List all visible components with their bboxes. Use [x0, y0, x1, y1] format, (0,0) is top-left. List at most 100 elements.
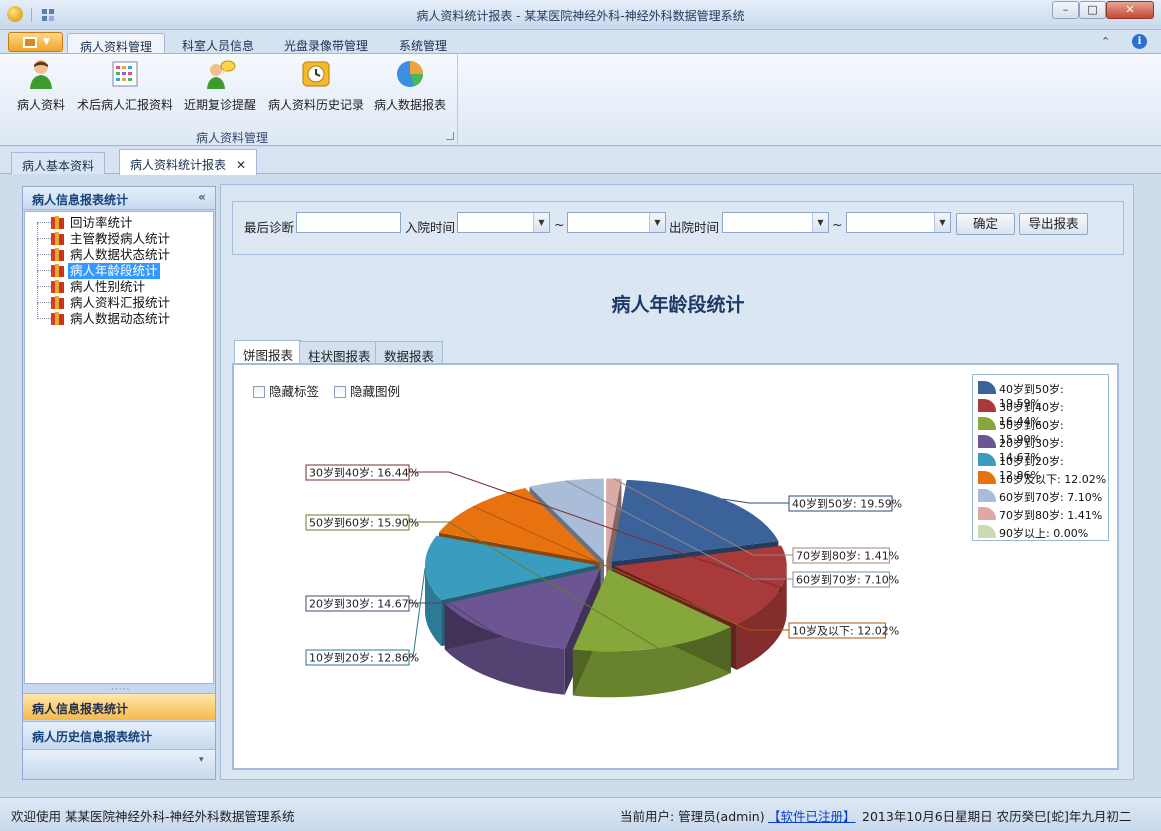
history-clock-icon — [302, 61, 330, 87]
patient-history-button[interactable]: 病人资料历史记录 — [266, 58, 366, 120]
legend-swatch — [978, 453, 996, 466]
admit-start-date[interactable]: ▼ — [457, 212, 550, 233]
legend-item: 90岁以上: 0.00% — [977, 523, 1108, 541]
report-tree: 回访率统计 主管教授病人统计 病人数据状态统计 病人年龄段统计 病人性别统计 病… — [24, 211, 214, 684]
patient-history-label: 病人资料历史记录 — [267, 98, 364, 112]
window-title: 病人资料统计报表 - 某某医院神经外科-神经外科数据管理系统 — [416, 9, 745, 23]
app-menu-icon — [23, 37, 37, 48]
revisit-reminder-label: 近期复诊提醒 — [183, 98, 256, 112]
discharge-time-label: 出院时间 — [669, 220, 720, 235]
postop-report-button[interactable]: 术后病人汇报资料 — [76, 58, 174, 120]
data-label: 70岁到80岁: 1.41% — [796, 549, 899, 563]
tab-patient-data[interactable]: 病人资料管理 — [67, 33, 166, 54]
discharge-start-date[interactable]: ▼ — [722, 212, 829, 233]
legend-swatch — [978, 471, 996, 484]
legend-swatch — [978, 507, 996, 520]
admit-end-date[interactable]: ▼ — [567, 212, 666, 233]
hide-labels-label: 隐藏标签 — [269, 384, 320, 399]
ribbon-panel: 病人资料 术后病人汇报资料 近期复诊提醒 病人资料历史记录 病人数据报表 病人资… — [0, 53, 1161, 146]
dropdown-arrow-icon[interactable]: ▼ — [934, 213, 950, 232]
close-button[interactable]: ✕ — [1106, 1, 1154, 19]
maximize-button[interactable]: □ — [1079, 1, 1106, 19]
minimize-button[interactable]: – — [1052, 1, 1079, 19]
minimize-ribbon-icon[interactable]: ⌃ — [1101, 35, 1110, 48]
legend-swatch — [978, 399, 996, 412]
label-leader-line — [722, 498, 789, 504]
checkbox-icon — [334, 386, 346, 398]
collapse-icon[interactable]: « — [198, 190, 206, 204]
ribbon-group: 病人资料 术后病人汇报资料 近期复诊提醒 病人资料历史记录 病人数据报表 病人资… — [6, 54, 458, 146]
dialog-launcher-icon[interactable] — [446, 132, 454, 140]
hide-labels-checkbox[interactable]: 隐藏标签 — [253, 381, 319, 400]
tab-disc-tape[interactable]: 光盘录像带管理 — [272, 33, 380, 54]
current-user: 当前用户: 管理员(admin) — [620, 809, 765, 824]
dropdown-arrow-icon[interactable]: ▼ — [649, 213, 665, 232]
data-label: 10岁及以下: 12.02% — [792, 624, 899, 638]
confirm-button[interactable]: 确定 — [956, 213, 1015, 235]
document-tab-bar: 病人基本资料 病人资料统计报表 ✕ — [0, 147, 1161, 175]
hide-legend-checkbox[interactable]: 隐藏图例 — [334, 381, 400, 400]
tab-data-report[interactable]: 数据报表 — [375, 341, 444, 364]
tab-pie-chart[interactable]: 饼图报表 — [234, 340, 303, 364]
data-label: 10岁到20岁: 12.86% — [309, 651, 419, 665]
filter-panel: 最后诊断 入院时间 ▼ ~ ▼ 出院时间 ▼ ~ ▼ 确定 导出报表 — [232, 201, 1124, 255]
patient-data-label: 病人资料 — [16, 98, 65, 112]
dropdown-arrow-icon[interactable]: ▼ — [533, 213, 549, 232]
date-text: 2013年10月6日星期日 农历癸巳[蛇]年九月初二 — [862, 809, 1132, 824]
revisit-reminder-button[interactable]: 近期复诊提醒 — [183, 58, 257, 120]
chevron-down-icon[interactable]: ▾ — [199, 755, 204, 765]
report-book-icon — [51, 312, 64, 325]
registered-link[interactable]: 【软件已注册】 — [768, 806, 856, 825]
legend-item: 50岁到60岁: 15.90% — [977, 415, 1108, 446]
tab-bar-chart[interactable]: 柱状图报表 — [299, 341, 380, 364]
data-label: 30岁到40岁: 16.44% — [309, 466, 419, 480]
patient-data-button[interactable]: 病人资料 — [16, 58, 66, 120]
hide-legend-label: 隐藏图例 — [350, 384, 401, 399]
postop-report-label: 术后病人汇报资料 — [76, 98, 173, 112]
legend-item: 10岁到20岁: 12.86% — [977, 451, 1108, 482]
report-book-icon — [51, 248, 64, 261]
nav-group-report-stat[interactable]: 病人信息报表统计 — [23, 693, 215, 720]
chart-legend: 40岁到50岁: 19.59% 30岁到40岁: 16.44% 50岁到60岁: 1… — [972, 374, 1109, 541]
legend-item: 30岁到40岁: 16.44% — [977, 397, 1108, 428]
ribbon-group-label: 病人资料管理 — [195, 131, 268, 145]
tab-patient-basic[interactable]: 病人基本资料 — [11, 152, 106, 174]
tab-label: 病人资料统计报表 — [130, 158, 227, 172]
legend-label: 10岁及以下: 12.02% — [999, 473, 1107, 486]
nav-panel-title: 病人信息报表统计 — [32, 193, 129, 207]
admit-time-label: 入院时间 — [405, 220, 456, 235]
data-label: 60岁到70岁: 7.10% — [796, 573, 899, 587]
nav-panel-header: 病人信息报表统计 « — [23, 187, 215, 210]
reminder-user-icon — [207, 60, 236, 89]
legend-item: 20岁到30岁: 14.67% — [977, 433, 1108, 464]
legend-item: 40岁到50岁: 19.59% — [977, 379, 1108, 410]
patient-report-button[interactable]: 病人数据报表 — [372, 58, 448, 120]
data-label: 40岁到50岁: 19.59% — [792, 497, 902, 511]
checkbox-icon — [253, 386, 265, 398]
calendar-icon — [112, 61, 138, 87]
export-report-button[interactable]: 导出报表 — [1019, 213, 1088, 235]
user-icon — [30, 60, 52, 89]
last-diagnosis-label: 最后诊断 — [244, 220, 295, 235]
report-book-icon — [51, 280, 64, 293]
legend-swatch — [978, 381, 996, 394]
tab-patient-stat-report[interactable]: 病人资料统计报表 ✕ — [119, 149, 258, 175]
pie-chart-icon — [397, 61, 424, 87]
info-icon[interactable]: i — [1132, 34, 1147, 49]
label-leader-line — [409, 568, 426, 658]
legend-swatch — [978, 435, 996, 448]
dropdown-arrow-icon[interactable]: ▼ — [812, 213, 828, 232]
legend-item: 60岁到70岁: 7.10% — [977, 487, 1108, 505]
report-title: 病人年龄段统计 — [611, 294, 745, 316]
data-label: 20岁到30岁: 14.67% — [309, 597, 419, 611]
tab-staff-info[interactable]: 科室人员信息 — [170, 33, 266, 54]
app-menu-button[interactable]: ▼ — [8, 32, 63, 52]
nav-group-history-stat[interactable]: 病人历史信息报表统计 — [23, 721, 215, 748]
title-bar: 病人资料统计报表 - 某某医院神经外科-神经外科数据管理系统 – □ ✕ — [0, 0, 1161, 30]
discharge-end-date[interactable]: ▼ — [846, 212, 951, 233]
tab-system[interactable]: 系统管理 — [387, 33, 459, 54]
legend-label: 60岁到70岁: 7.10% — [999, 491, 1103, 504]
chevron-down-icon: ▼ — [43, 37, 50, 47]
last-diagnosis-input[interactable] — [296, 212, 401, 233]
close-icon[interactable]: ✕ — [236, 158, 246, 172]
